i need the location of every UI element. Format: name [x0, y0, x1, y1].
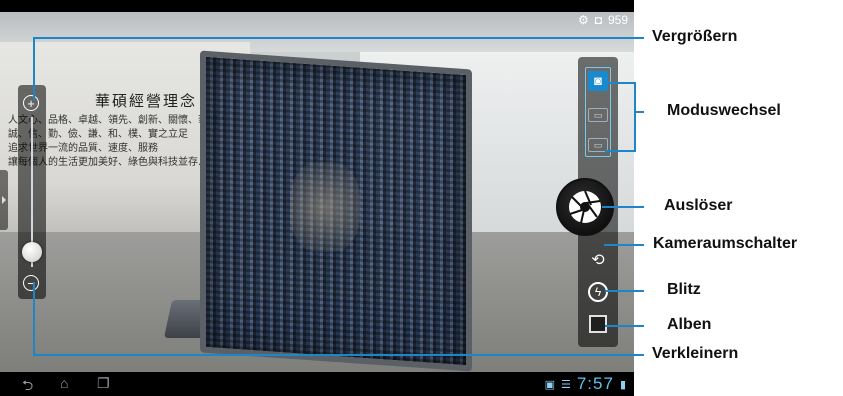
- side-drawer-handle[interactable]: [0, 170, 8, 230]
- recent-apps-icon[interactable]: ❐: [97, 375, 110, 392]
- navigation-bar: ⮌ ⌂ ❐ ▣ ☰ 7:57 ▮: [0, 372, 634, 396]
- gallery-icon: ▣: [544, 378, 555, 391]
- video-mode-icon[interactable]: ▭: [588, 108, 608, 122]
- callout-mode-switch: Moduswechsel: [667, 102, 781, 119]
- callout-camera-switch: Kameraumschalter: [653, 235, 798, 252]
- callout-line-mode: [634, 82, 636, 152]
- albums-thumbnail[interactable]: [589, 315, 607, 333]
- home-icon[interactable]: ⌂: [60, 375, 68, 391]
- zoom-in-icon[interactable]: +: [23, 95, 39, 111]
- callout-flash: Blitz: [667, 281, 701, 298]
- zoom-thumb[interactable]: [22, 242, 42, 262]
- callout-line-zoom-in: [33, 37, 644, 39]
- flash-icon[interactable]: ϟ: [588, 282, 608, 302]
- callout-line-mode: [634, 111, 644, 113]
- callout-zoom-in: Vergrößern: [652, 28, 738, 45]
- battery-icon: ▮: [619, 378, 626, 391]
- aperture-icon: [569, 190, 601, 224]
- camera-icon: ◘: [594, 13, 602, 27]
- photo-mode-icon[interactable]: ◙: [588, 71, 608, 91]
- settings-icon[interactable]: ⚙: [578, 13, 589, 27]
- camera-viewfinder[interactable]: 華碩經營理念 人文心、品格、卓越、領先、創新、關懷、華碩人... 誠、信、勤、儉…: [0, 12, 634, 372]
- camera-switch-icon[interactable]: ⟲: [587, 250, 609, 272]
- system-tray: ▣ ☰ 7:57 ▮: [545, 374, 626, 394]
- top-status-bar: ⚙ ◘ 959: [578, 12, 634, 28]
- tablet-screen: 華碩經營理念 人文心、品格、卓越、領先、創新、關懷、華碩人... 誠、信、勤、儉…: [0, 0, 634, 396]
- remaining-shots: 959: [607, 13, 628, 27]
- callout-line-zoom-out: [33, 282, 35, 356]
- callout-line-shutter: [602, 206, 644, 208]
- callout-line-mode: [605, 82, 635, 84]
- back-icon[interactable]: ⮌: [22, 375, 33, 396]
- callout-line-zoom-out: [33, 354, 644, 356]
- zoom-out-icon[interactable]: −: [23, 275, 39, 291]
- callout-shutter: Auslöser: [664, 197, 733, 214]
- mode-switcher[interactable]: ◙ ▭ ▭: [585, 67, 611, 157]
- callout-line-camera-switch: [604, 244, 644, 246]
- callout-line-flash: [605, 290, 644, 292]
- callout-line-albums: [605, 325, 644, 327]
- callout-line-zoom-in: [33, 37, 35, 100]
- callout-albums: Alben: [667, 316, 712, 333]
- wifi-icon: ☰: [560, 378, 571, 391]
- callout-zoom-out: Verkleinern: [652, 345, 739, 362]
- zoom-slider[interactable]: + −: [18, 85, 46, 299]
- callout-line-mode: [605, 150, 635, 152]
- clock: 7:57: [576, 374, 614, 393]
- mosaic-face: [290, 162, 360, 252]
